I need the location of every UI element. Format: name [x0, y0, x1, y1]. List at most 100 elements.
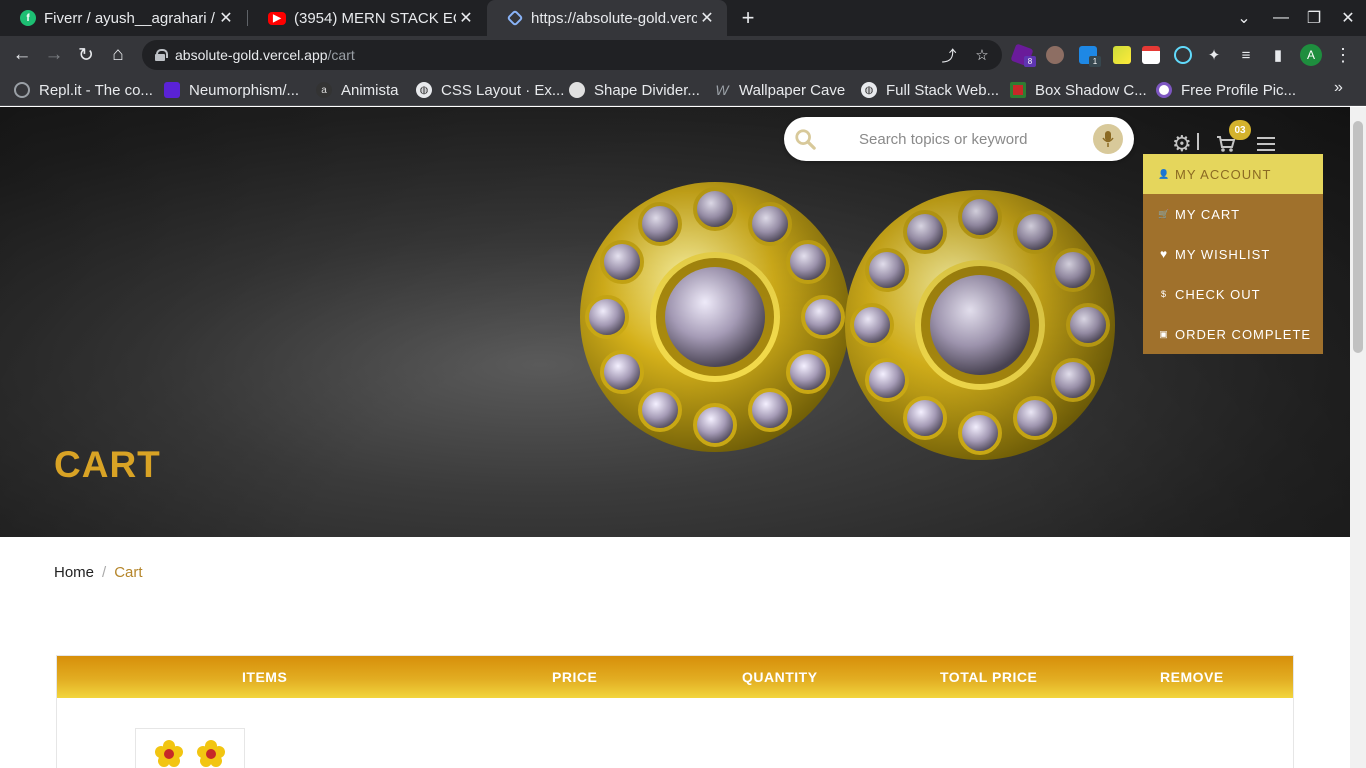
cart-count-badge: 03 [1229, 120, 1251, 140]
side-panel-icon[interactable]: ▮ [1269, 46, 1287, 64]
close-icon[interactable]: ✕ [216, 8, 236, 28]
column-header-price: PRICE [552, 669, 598, 685]
restore-button[interactable]: ❐ [1298, 0, 1330, 36]
cart-table: ITEMS PRICE QUANTITY TOTAL PRICE REMOVE [56, 655, 1294, 768]
react-devtools-icon[interactable] [1174, 46, 1192, 64]
minimize-button[interactable]: — [1265, 0, 1297, 36]
bookmark-replit[interactable]: Repl.it - The co... [14, 80, 153, 100]
bookmarks-overflow-icon[interactable]: » [1334, 79, 1343, 97]
scrollbar-thumb[interactable] [1353, 121, 1363, 353]
url-text[interactable]: absolute-gold.vercel.app/cart [175, 47, 355, 63]
column-header-items: ITEMS [242, 669, 288, 685]
menu-item-label: MY ACCOUNT [1175, 166, 1272, 182]
bookmark-neumorphism[interactable]: Neumorphism/... [164, 80, 299, 100]
extension-pencil-icon[interactable] [1113, 46, 1131, 64]
box-shadow-icon [1010, 82, 1026, 98]
menu-item-label: ORDER COMPLETE [1175, 326, 1312, 342]
shape-divider-icon [569, 82, 585, 98]
profile-avatar[interactable]: A [1300, 44, 1322, 66]
extension-calendar-icon[interactable] [1142, 46, 1160, 64]
user-icon: 👤 [1158, 168, 1171, 179]
neumorphism-icon [164, 82, 180, 98]
breadcrumb: Home / Cart [54, 564, 143, 581]
tab-youtube[interactable]: ▶ (3954) MERN STACK ECO ✕ [248, 0, 486, 36]
tab-fiverr[interactable]: f Fiverr / ayush__agrahari / ✕ [0, 0, 246, 36]
url-host: absolute-gold.vercel.app [175, 47, 328, 63]
breadcrumb-home-link[interactable]: Home [54, 564, 94, 581]
home-button[interactable]: ⌂ [105, 42, 131, 68]
forward-button[interactable]: → [41, 42, 67, 68]
bookmark-animista[interactable]: a Animista [316, 80, 399, 100]
address-bar[interactable]: absolute-gold.vercel.app/cart ⤴ ☆ [142, 40, 1002, 70]
menu-item-my-wishlist[interactable]: ♥ MY WISHLIST [1143, 234, 1323, 274]
bookmark-label: Wallpaper Cave [739, 81, 846, 99]
wallpaper-cave-icon: W [715, 82, 729, 98]
search-icon[interactable] [794, 128, 816, 150]
tab-title: https://absolute-gold.verce [531, 9, 697, 27]
bookmark-label: Full Stack Web... [886, 81, 1000, 99]
bookmark-shape-divider[interactable]: Shape Divider... [569, 80, 700, 100]
hamburger-menu-icon[interactable] [1257, 136, 1275, 152]
page-scrollbar[interactable] [1350, 107, 1366, 768]
extension-badge: 8 [1024, 56, 1036, 67]
extensions-puzzle-icon[interactable]: ✦ [1205, 46, 1223, 64]
bookmark-free-profile[interactable]: Free Profile Pic... [1156, 80, 1296, 100]
tab-title: (3954) MERN STACK ECO [294, 9, 456, 27]
bookmark-label: Animista [341, 81, 399, 99]
menu-item-order-complete[interactable]: ▣ ORDER COMPLETE [1143, 314, 1323, 354]
bookmark-box-shadow[interactable]: Box Shadow C... [1010, 80, 1147, 100]
vercel-icon [506, 9, 524, 27]
menu-item-my-cart[interactable]: 🛒 MY CART [1143, 194, 1323, 234]
media-queue-icon[interactable]: ≡ [1237, 46, 1255, 64]
tab-search-chevron-icon[interactable]: ⌄ [1228, 0, 1260, 36]
extension-badge: 1 [1089, 56, 1101, 67]
search-bar[interactable]: Search topics or keyword [784, 117, 1134, 161]
microphone-icon[interactable] [1093, 124, 1123, 154]
close-icon[interactable]: ✕ [697, 8, 717, 28]
replit-icon [14, 82, 30, 98]
profile-pic-icon [1156, 82, 1172, 98]
extension-brown-icon[interactable] [1046, 46, 1064, 64]
back-button[interactable]: ← [9, 42, 35, 68]
reload-button[interactable]: ↻ [73, 42, 99, 68]
bookmark-css-layout[interactable]: ◍ CSS Layout · Ex... [416, 80, 564, 100]
tab-absolute-gold[interactable]: https://absolute-gold.verce ✕ [487, 0, 727, 36]
menu-item-check-out[interactable]: $ CHECK OUT [1143, 274, 1323, 314]
menu-item-label: MY WISHLIST [1175, 246, 1271, 262]
close-icon[interactable]: ✕ [456, 8, 476, 28]
column-header-total-price: TOTAL PRICE [940, 669, 1038, 685]
menu-item-label: CHECK OUT [1175, 286, 1261, 302]
animista-icon: a [316, 82, 332, 98]
column-header-quantity: QUANTITY [742, 669, 818, 685]
account-dropdown-menu: 👤 MY ACCOUNT 🛒 MY CART ♥ MY WISHLIST $ CHECK… [1143, 154, 1323, 354]
bookmark-label: Box Shadow C... [1035, 81, 1147, 99]
bookmark-full-stack[interactable]: ◍ Full Stack Web... [861, 80, 999, 100]
new-tab-button[interactable]: + [736, 6, 760, 30]
bookmark-label: Shape Divider... [594, 81, 700, 99]
bookmark-label: CSS Layout · Ex... [441, 81, 565, 99]
url-path: /cart [327, 47, 355, 63]
youtube-icon: ▶ [268, 11, 286, 25]
share-icon[interactable]: ⤴ [940, 46, 958, 65]
header-divider [1197, 133, 1199, 150]
browser-menu-icon[interactable]: ⋮ [1334, 44, 1352, 66]
bookmark-label: Neumorphism/... [189, 81, 300, 99]
bookmark-star-icon[interactable]: ☆ [973, 46, 991, 64]
fiverr-icon: f [20, 10, 36, 26]
menu-item-label: MY CART [1175, 206, 1241, 222]
lock-icon[interactable] [155, 49, 168, 61]
window-close-button[interactable]: ✕ [1332, 0, 1364, 36]
search-input[interactable]: Search topics or keyword [859, 131, 1027, 148]
tab-title: Fiverr / ayush__agrahari / [44, 9, 215, 27]
heart-icon: ♥ [1159, 247, 1169, 261]
flower-earrings-image [155, 740, 225, 767]
tab-strip: f Fiverr / ayush__agrahari / ✕ ▶ (3954) … [0, 0, 1366, 36]
globe-icon: ◍ [861, 82, 877, 98]
bookmark-wallpaper-cave[interactable]: W Wallpaper Cave [714, 80, 845, 100]
globe-icon: ◍ [416, 82, 432, 98]
product-thumbnail[interactable] [135, 728, 245, 768]
menu-item-my-account[interactable]: 👤 MY ACCOUNT [1143, 154, 1323, 194]
receipt-icon: ▣ [1159, 328, 1169, 339]
bookmarks-bar: Repl.it - The co... Neumorphism/... a Ani… [0, 74, 1366, 106]
dollar-icon: $ [1160, 289, 1167, 299]
